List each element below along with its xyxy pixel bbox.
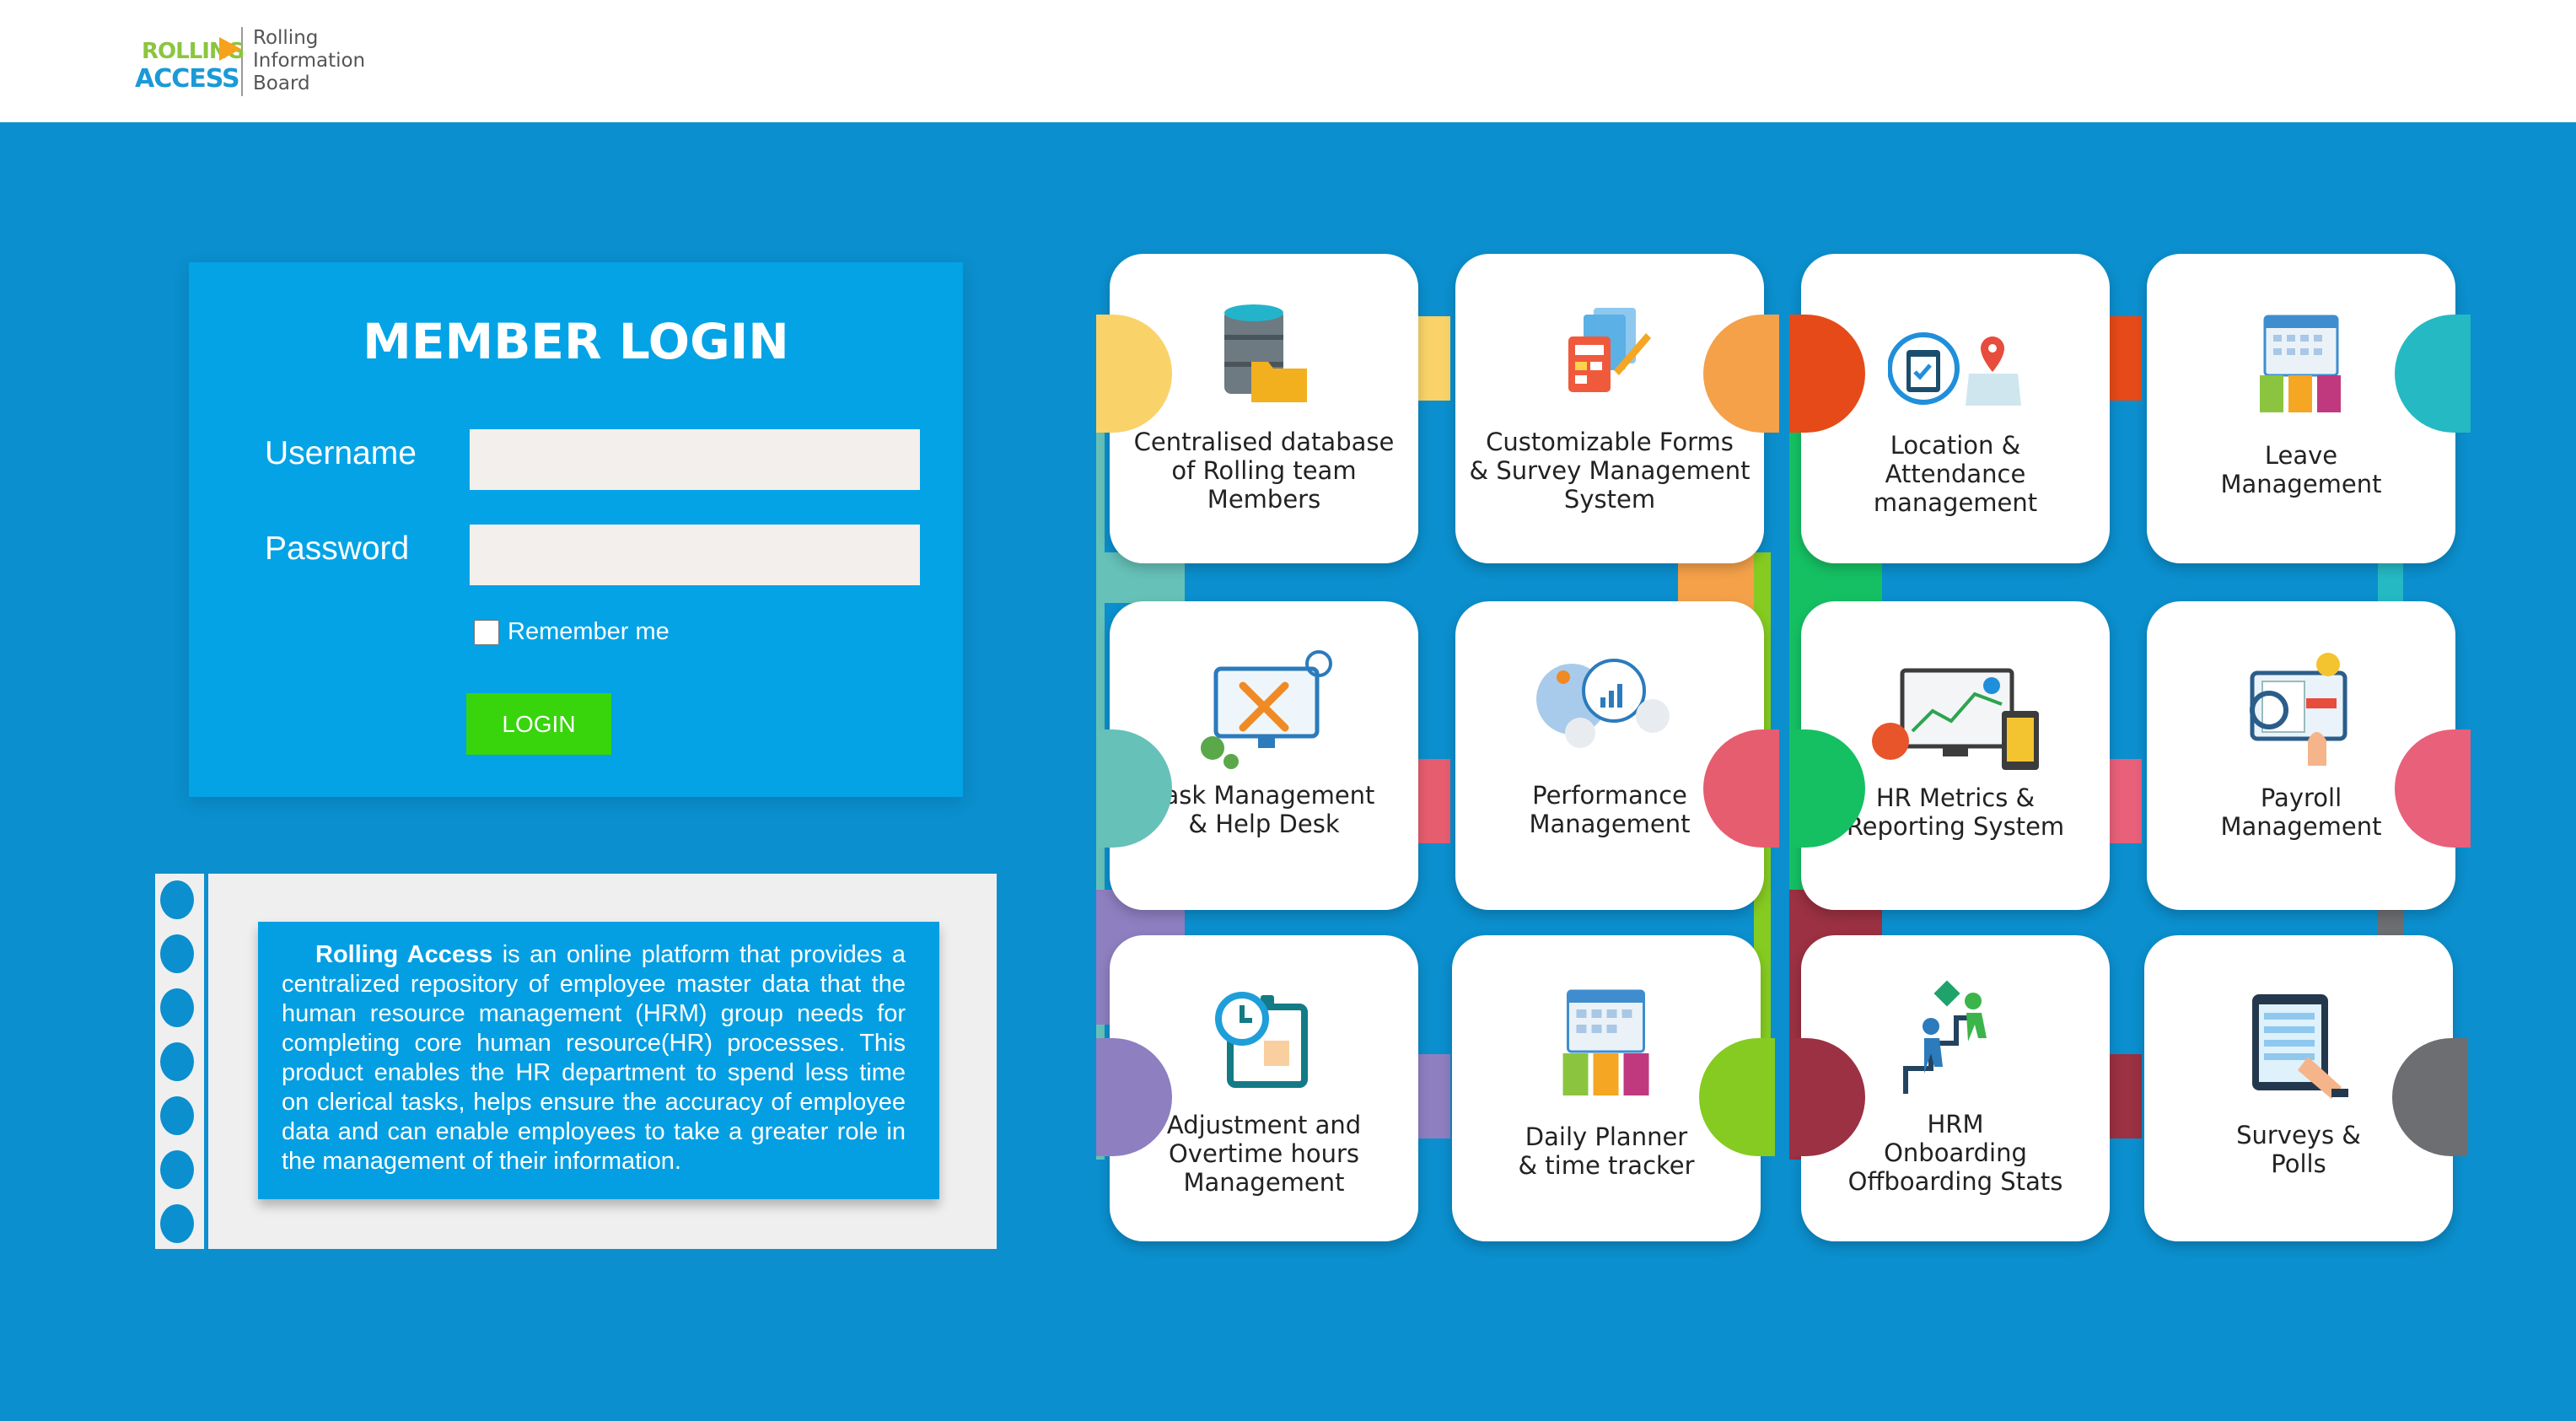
logo-tagline: Rolling Information Board [253, 27, 365, 95]
feature-label-line: of Rolling team [1171, 456, 1357, 485]
feature-label-line: Overtime hours [1168, 1139, 1360, 1168]
connector-strip [2108, 759, 2142, 843]
spiral-ring [160, 1042, 194, 1081]
spiral-ring [160, 1096, 194, 1135]
logo-word-access: ACCESS [135, 63, 240, 94]
feature-label-line: Attendance [1885, 460, 2026, 488]
spiral-ring [160, 1150, 194, 1189]
rolling-access-logo[interactable]: ROLLING ACCESS Rolling Information Board [135, 25, 365, 97]
feature-label-line: Customizable Forms [1486, 428, 1734, 456]
feature-label-line: Offboarding Stats [1847, 1167, 2063, 1196]
feature-label-line: Polls [2271, 1149, 2326, 1178]
spiral-ring [160, 880, 194, 919]
remember-me-row: Remember me [474, 618, 670, 646]
password-input[interactable] [470, 525, 920, 585]
about-description: Rolling Access is an online platform tha… [258, 922, 939, 1199]
forms-icon [1568, 308, 1651, 392]
performance-icon [1536, 659, 1670, 748]
spiral-ring [160, 1204, 194, 1243]
remember-me-label[interactable]: Remember me [508, 618, 670, 646]
connector-strip [1417, 759, 1450, 843]
feature-label: Location & Attendance management [1801, 431, 2110, 517]
note-margin-line [204, 874, 208, 1249]
feature-label-line: Location & [1890, 431, 2021, 460]
feature-label-line: Centralised database [1133, 428, 1395, 456]
planner-icon [1562, 989, 1649, 1095]
logo-tagline-line: Board [253, 73, 310, 94]
feature-label-line: Leave [2264, 441, 2338, 470]
login-title: MEMBER LOGIN [363, 313, 789, 370]
feature-label-line: Management [1183, 1168, 1345, 1197]
feature-label-line: System [1563, 485, 1656, 514]
member-login-card: MEMBER LOGIN Username Password Remember … [189, 262, 963, 797]
survey-tablet-icon [2252, 994, 2348, 1099]
feature-label: Leave Management [2147, 441, 2455, 498]
payroll-icon [2250, 653, 2347, 766]
feature-label-line: Management [2220, 470, 2382, 498]
metrics-icon [1872, 668, 2039, 770]
feature-label: Centralised database of Rolling team Mem… [1110, 428, 1418, 514]
connector-strip [2108, 1054, 2142, 1138]
spiral-ring [160, 988, 194, 1027]
feature-grid: Centralised database of Rolling team Mem… [1096, 249, 2471, 1261]
spiral-binding [155, 874, 206, 1249]
database-icon [1224, 304, 1307, 402]
logo-mark: ROLLING ACCESS [135, 32, 245, 94]
password-label: Password [265, 530, 410, 567]
header-bar: ROLLING ACCESS Rolling Information Board [0, 0, 2576, 122]
feature-label-line: & time tracker [1518, 1151, 1695, 1180]
connector-strip [1417, 316, 1450, 401]
logo-tagline-line: Information [253, 50, 366, 72]
onboarding-icon [1903, 980, 1987, 1094]
calendar-icon [2260, 315, 2341, 412]
remember-me-checkbox[interactable] [474, 618, 499, 646]
username-input[interactable] [470, 429, 920, 490]
connector-strip [1417, 1054, 1450, 1138]
about-body-text: is an online platform that provides a ce… [282, 941, 906, 1175]
feature-label-line: Onboarding [1884, 1138, 2027, 1167]
username-label: Username [265, 435, 417, 471]
feature-label-line: & Survey Management [1469, 456, 1750, 485]
logo-play-triangle-icon [219, 36, 241, 61]
spiral-ring [160, 934, 194, 973]
feature-label-line: Members [1207, 485, 1321, 514]
connector-strip [2108, 316, 2142, 401]
login-button[interactable]: LOGIN [466, 693, 611, 755]
location-icon [1888, 332, 2021, 406]
task-icon [1201, 650, 1332, 769]
feature-label-line: management [1873, 488, 2038, 517]
feature-label: Customizable Forms & Survey Management S… [1455, 428, 1764, 514]
about-brand-name: Rolling Access [315, 941, 493, 968]
clock-icon [1215, 992, 1308, 1088]
logo-tagline-line: Rolling [253, 27, 319, 49]
